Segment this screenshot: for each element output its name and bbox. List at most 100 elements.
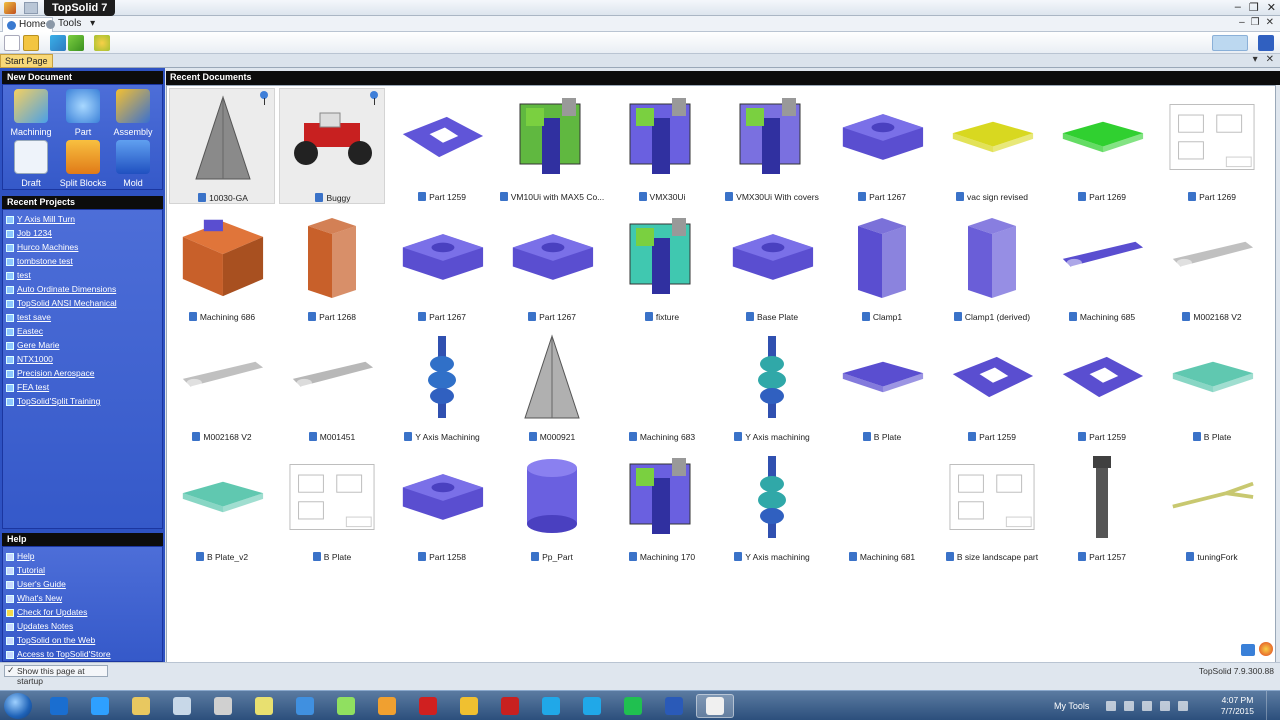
recent-document-item[interactable]: B size landscape part — [939, 448, 1045, 564]
view-mode-icon[interactable] — [1212, 35, 1248, 51]
recent-document-item[interactable]: Machining 170 — [609, 448, 715, 564]
taskbar-app-button[interactable] — [655, 694, 693, 718]
new-mold-button[interactable]: Mold — [107, 140, 159, 188]
tab-start-page[interactable]: Start Page — [0, 54, 53, 68]
tab-tools[interactable]: Tools ▾ — [42, 17, 101, 32]
taskbar-app-button[interactable] — [163, 694, 201, 718]
recent-project-item[interactable]: Hurco Machines — [6, 242, 78, 256]
recent-document-item[interactable]: Machining 686 — [169, 208, 275, 324]
recent-document-item[interactable]: Machining 683 — [609, 328, 715, 444]
recent-project-item[interactable]: test — [6, 270, 31, 284]
taskbar-app-button[interactable] — [573, 694, 611, 718]
new-assembly-button[interactable]: Assembly — [107, 89, 159, 137]
recent-document-item[interactable]: Part 1258 — [389, 448, 495, 564]
ribbon-min-icon[interactable]: – — [1239, 17, 1245, 28]
quick-access-icon[interactable] — [24, 2, 38, 14]
recent-project-item[interactable]: NTX1000 — [6, 354, 53, 368]
settings-icon[interactable] — [94, 35, 110, 51]
taskbar-app-button[interactable] — [696, 694, 734, 718]
minimize-icon[interactable]: – — [1235, 1, 1241, 14]
taskbar-app-button[interactable] — [532, 694, 570, 718]
new-icon[interactable] — [4, 35, 20, 51]
help-link[interactable]: Access to TopSolid'Store — [6, 649, 111, 663]
recent-project-item[interactable]: Job 1234 — [6, 228, 52, 242]
taskbar-app-button[interactable] — [40, 694, 78, 718]
app-icon[interactable] — [4, 2, 16, 14]
help-link[interactable]: Check for Updates — [6, 607, 87, 621]
tray-window-icon[interactable] — [1142, 701, 1152, 711]
recent-document-item[interactable]: Part 1269 — [1049, 88, 1155, 204]
recent-document-item[interactable]: Pp_Part — [499, 448, 605, 564]
start-button[interactable] — [4, 693, 32, 719]
tray-network-icon[interactable] — [1124, 701, 1134, 711]
recent-document-item[interactable]: Machining 685 — [1049, 208, 1155, 324]
open-icon[interactable] — [23, 35, 39, 51]
recent-document-item[interactable]: Part 1267 — [829, 88, 935, 204]
tray-volume-icon[interactable] — [1178, 701, 1188, 711]
tab-list-icon[interactable]: ▾ — [1253, 54, 1258, 65]
help-link[interactable]: Help — [6, 551, 34, 565]
taskbar-app-button[interactable] — [286, 694, 324, 718]
ribbon-close-icon[interactable]: ✕ — [1266, 17, 1274, 28]
recent-document-item[interactable]: Part 1267 — [389, 208, 495, 324]
recent-document-item[interactable]: Base Plate — [719, 208, 825, 324]
taskbar-app-button[interactable] — [245, 694, 283, 718]
palette-icon[interactable] — [1259, 642, 1273, 656]
help-link[interactable]: What's New — [6, 593, 62, 607]
recent-project-item[interactable]: test save — [6, 312, 51, 326]
taskbar-app-button[interactable] — [122, 694, 160, 718]
recent-document-item[interactable]: Y Axis machining — [719, 328, 825, 444]
recent-project-item[interactable]: Eastec — [6, 326, 43, 340]
recent-project-item[interactable]: Auto Ordinate Dimensions — [6, 284, 116, 298]
new-split-blocks-button[interactable]: Split Blocks — [57, 140, 109, 188]
new-part-button[interactable]: Part — [57, 89, 109, 137]
recent-document-item[interactable]: B Plate — [829, 328, 935, 444]
tray-arrow-icon[interactable] — [1106, 701, 1116, 711]
taskbar-app-button[interactable] — [614, 694, 652, 718]
recent-document-item[interactable]: VMX30Ui With covers — [719, 88, 825, 204]
recent-document-item[interactable]: M001451 — [279, 328, 385, 444]
recent-document-item[interactable]: B Plate — [1159, 328, 1265, 444]
recent-document-item[interactable]: M000921 — [499, 328, 605, 444]
new-machining-button[interactable]: Machining — [5, 89, 57, 137]
recent-project-item[interactable]: tombstone test — [6, 256, 73, 270]
recent-document-item[interactable]: Part 1268 — [279, 208, 385, 324]
recent-document-item[interactable]: Part 1257 — [1049, 448, 1155, 564]
recent-document-item[interactable]: 10030-GA — [169, 88, 275, 204]
taskbar-app-button[interactable] — [450, 694, 488, 718]
recent-document-item[interactable]: Clamp1 — [829, 208, 935, 324]
new-draft-button[interactable]: Draft — [5, 140, 57, 188]
recent-document-item[interactable]: M002168 V2 — [1159, 208, 1265, 324]
taskbar-app-button[interactable] — [327, 694, 365, 718]
pin-icon[interactable] — [260, 91, 268, 105]
help-link[interactable]: Updates Notes — [6, 621, 73, 635]
restore-icon[interactable]: ❐ — [1249, 1, 1259, 14]
recent-document-item[interactable]: VM10Ui with MAX5 Co... — [499, 88, 605, 204]
recent-document-item[interactable]: Part 1269 — [1159, 88, 1265, 204]
save-icon[interactable] — [50, 35, 66, 51]
panel-icon[interactable] — [1258, 35, 1274, 51]
tray-flag-icon[interactable] — [1160, 701, 1170, 711]
recent-document-item[interactable]: Part 1259 — [939, 328, 1045, 444]
recent-document-item[interactable]: M002168 V2 — [169, 328, 275, 444]
recent-document-item[interactable]: Y Axis Machining — [389, 328, 495, 444]
recent-document-item[interactable]: Part 1267 — [499, 208, 605, 324]
recent-document-item[interactable]: fixture — [609, 208, 715, 324]
recent-project-item[interactable]: TopSolid'Split Training — [6, 396, 100, 410]
chevron-down-icon[interactable]: ▾ — [90, 18, 95, 29]
recent-document-item[interactable]: Clamp1 (derived) — [939, 208, 1045, 324]
recent-project-item[interactable]: TopSolid ANSI Mechanical — [6, 298, 117, 312]
recent-project-item[interactable]: Precision Aerospace — [6, 368, 95, 382]
recent-document-item[interactable]: tuningFork — [1159, 448, 1265, 564]
recent-document-item[interactable]: VMX30Ui — [609, 88, 715, 204]
recent-project-item[interactable]: Y Axis Mill Turn — [6, 214, 75, 228]
clock[interactable]: 4:07 PM 7/7/2015 — [1221, 695, 1254, 717]
taskbar-app-button[interactable] — [491, 694, 529, 718]
recent-document-item[interactable]: Part 1259 — [389, 88, 495, 204]
tab-close-icon[interactable]: ✕ — [1266, 54, 1274, 65]
taskbar-app-button[interactable] — [368, 694, 406, 718]
recent-project-item[interactable]: FEA test — [6, 382, 49, 396]
close-icon[interactable]: ✕ — [1267, 1, 1276, 14]
ribbon-restore-icon[interactable]: ❐ — [1251, 17, 1260, 28]
taskbar-app-button[interactable] — [409, 694, 447, 718]
